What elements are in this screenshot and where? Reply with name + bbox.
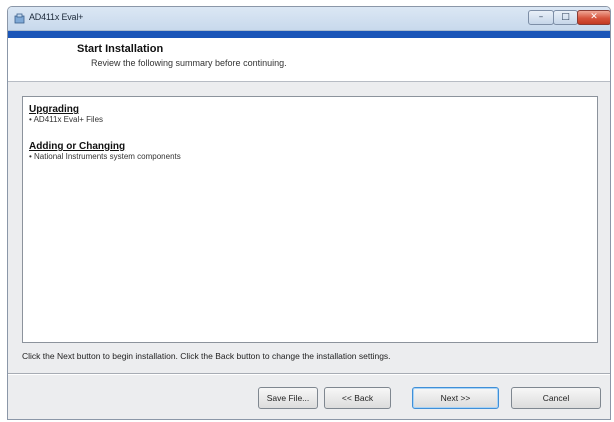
close-icon: ✕ <box>590 12 598 22</box>
title-bar[interactable]: AD411x Eval+ – □ ✕ <box>8 7 610 31</box>
back-button[interactable]: << Back <box>324 387 391 409</box>
page-title: Start Installation <box>77 43 164 55</box>
summary-section-upgrading: Upgrading • AD411x Eval+ Files <box>29 104 103 125</box>
next-button[interactable]: Next >> <box>412 387 499 409</box>
maximize-icon: □ <box>561 12 570 22</box>
section-heading: Adding or Changing <box>29 141 126 152</box>
installer-window: AD411x Eval+ – □ ✕ Start Installation Re… <box>7 6 611 420</box>
installation-summary[interactable]: Upgrading • AD411x Eval+ Files Adding or… <box>22 96 598 343</box>
list-item: • AD411x Eval+ Files <box>29 115 104 124</box>
installer-app-icon <box>14 13 25 24</box>
instruction-text: Click the Next button to begin installat… <box>22 351 391 361</box>
accent-strip <box>8 31 610 38</box>
cancel-button[interactable]: Cancel <box>511 387 601 409</box>
save-file-button[interactable]: Save File... <box>258 387 318 409</box>
page-subtitle: Review the following summary before cont… <box>91 58 287 68</box>
window-title: AD411x Eval+ <box>29 12 84 22</box>
page-header: Start Installation Review the following … <box>8 38 610 82</box>
minimize-icon: – <box>538 12 544 22</box>
footer-divider <box>8 373 610 375</box>
summary-section-adding-changing: Adding or Changing • National Instrument… <box>29 141 181 162</box>
maximize-button[interactable]: □ <box>553 10 578 25</box>
minimize-button[interactable]: – <box>528 10 554 25</box>
close-button[interactable]: ✕ <box>577 10 610 25</box>
section-heading: Upgrading <box>29 104 79 115</box>
list-item: • National Instruments system components <box>29 152 181 161</box>
